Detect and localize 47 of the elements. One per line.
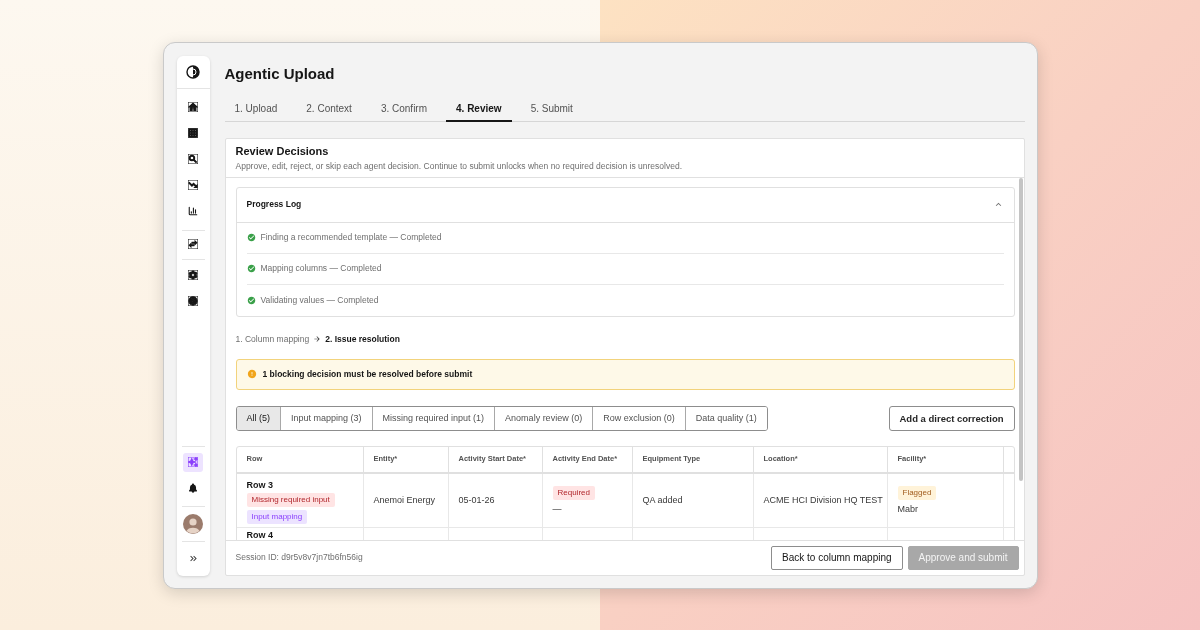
panel-description: Approve, edit, reject, or skip each agent decision. Continue to submit unlocks when no required decision is unresolved.: [235, 160, 683, 172]
status-tag: Required: [552, 485, 595, 500]
double-chevron-right-icon[interactable]: [187, 553, 199, 564]
table-cell-text: 05-01-26: [458, 494, 495, 506]
issue-tag: Missing required input: [246, 492, 335, 507]
table-cell-text: QA added: [642, 494, 683, 506]
filter-tab[interactable]: Data quality (1): [684, 406, 767, 430]
table-cell-text: Mabr: [897, 503, 918, 515]
table-cell-text: ACME HCI Division HQ TEST: [763, 494, 883, 506]
warning-text: 1 blocking decision must be resolved before submit: [262, 368, 473, 380]
row-label: Row 4: [246, 529, 273, 540]
trending-down-icon: [188, 179, 198, 190]
sparkle-icon: [188, 457, 198, 467]
step-tab[interactable]: 2. Context: [296, 98, 362, 122]
page-title: Agentic Upload: [224, 64, 335, 83]
search-icon: [188, 153, 198, 164]
panel-title: Review Decisions: [235, 143, 330, 158]
add-correction-button[interactable]: Add a direct correction: [888, 405, 1015, 431]
stage-label: 2. Issue resolution: [325, 332, 400, 345]
step-tab[interactable]: 1. Upload: [224, 98, 288, 122]
swap-arrows-icon: [188, 238, 198, 249]
step-tab[interactable]: 3. Confirm: [370, 98, 438, 122]
avatar-icon[interactable]: [183, 513, 203, 534]
progress-step-text: Finding a recommended template — Completed: [260, 232, 442, 243]
footer-button[interactable]: Back to column mapping: [771, 545, 903, 570]
help-icon: [188, 295, 198, 306]
bell-icon: [188, 483, 198, 493]
step-tab[interactable]: 5. Submit: [520, 98, 583, 122]
warning-icon: [246, 369, 257, 379]
row-label: Row 3: [246, 479, 273, 490]
table-cell-text: —: [552, 503, 562, 515]
scrollbar-thumb[interactable]: [1018, 177, 1023, 481]
grid-icon: [188, 127, 198, 138]
table-cell-text: Anemoi Energy: [373, 494, 436, 506]
status-tag: Flagged: [897, 485, 937, 500]
progress-step-text: Mapping columns — Completed: [260, 263, 382, 274]
settings-icon: [188, 269, 198, 280]
step-tab[interactable]: 4. Review: [446, 98, 512, 122]
bar-chart-icon: [188, 205, 198, 216]
progress-step-text: Validating values — Completed: [260, 294, 379, 306]
filter-tab[interactable]: All (5): [236, 406, 280, 430]
issue-tag: Input mapping: [246, 509, 308, 524]
progress-log-title: Progress Log: [246, 199, 302, 210]
logo-icon: [186, 64, 200, 79]
session-id-text: Session ID: d9r5v8v7jn7tb6fn56ig: [235, 552, 363, 563]
stage-label: 1. Column mapping: [235, 332, 310, 345]
home-icon: [188, 101, 198, 112]
